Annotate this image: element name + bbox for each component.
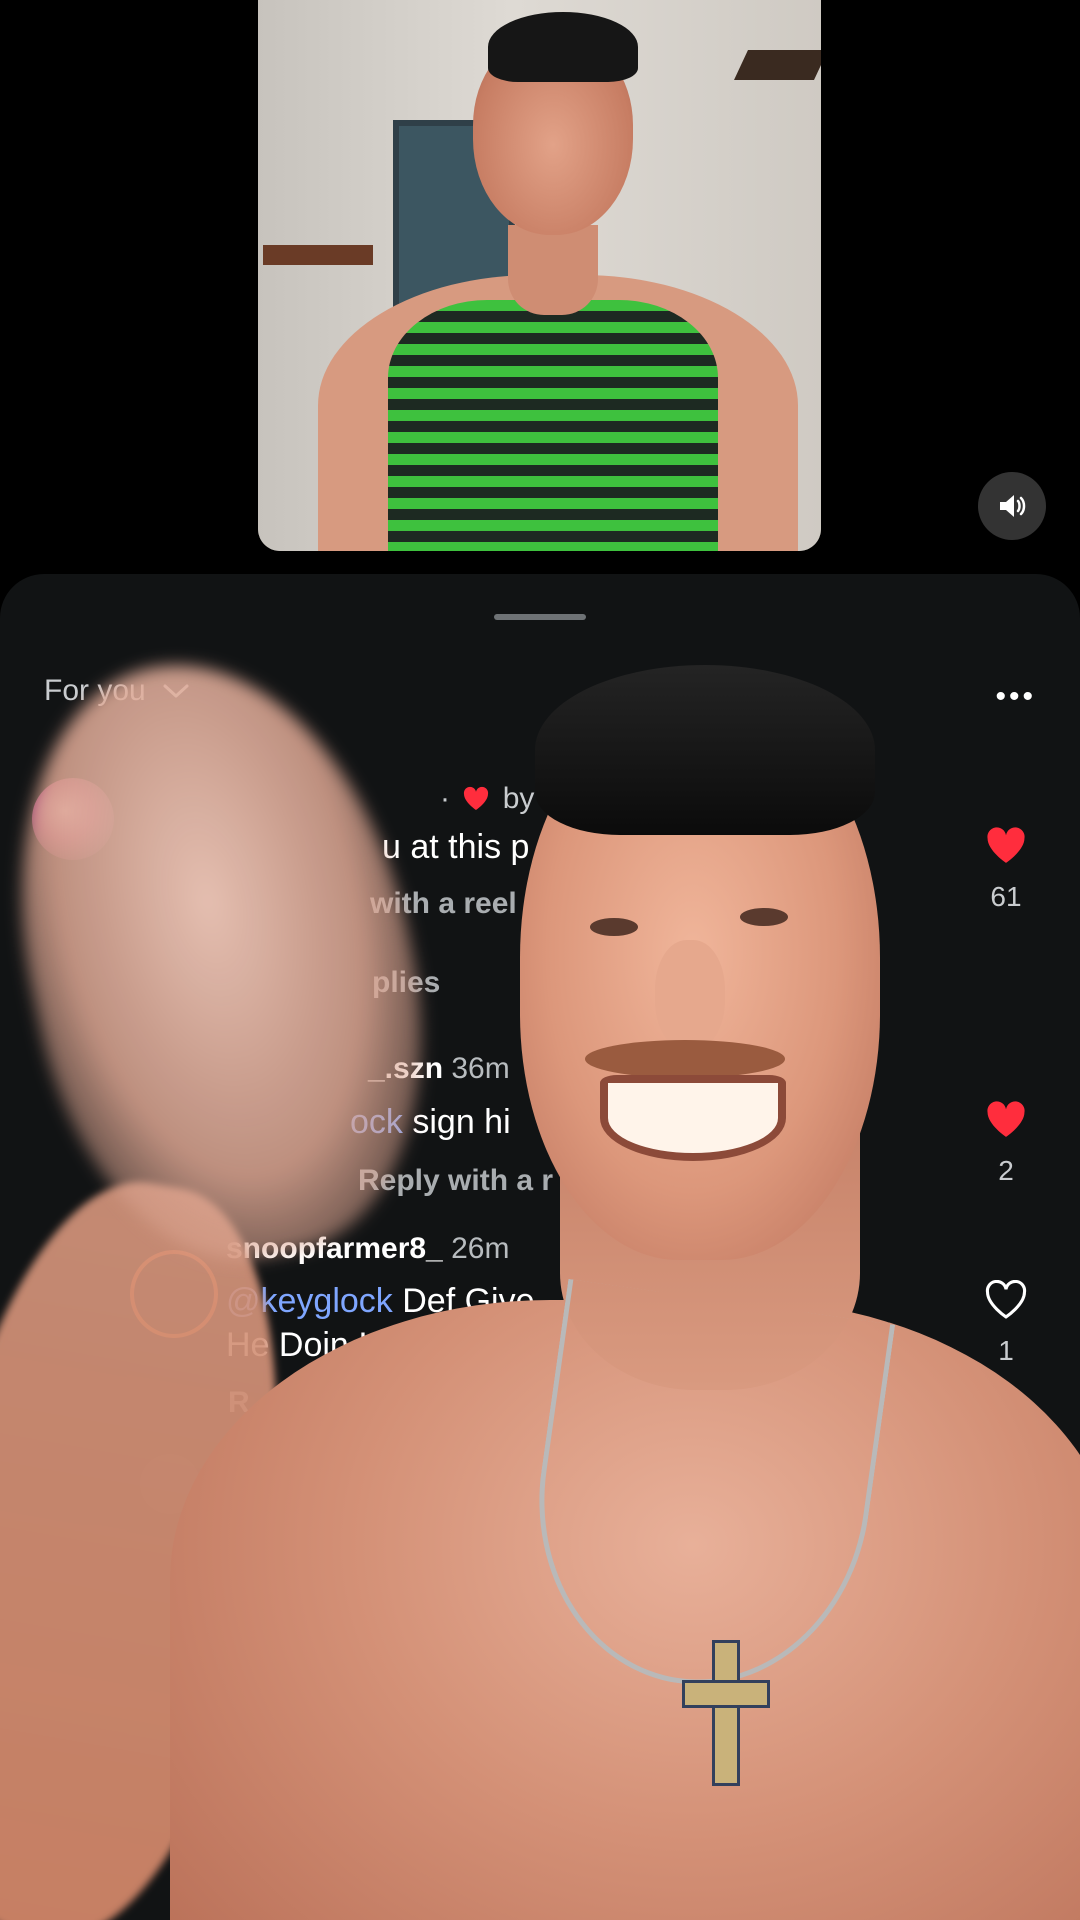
like-count: 1 [998,1335,1014,1366]
like-count: 2 [998,1155,1014,1186]
like-button[interactable]: 61 [976,826,1036,913]
heart-filled-icon [987,827,1025,863]
more-horizontal-icon: ••• [995,680,1036,713]
feed-selector-label: For you [44,674,146,707]
reply-button[interactable]: with a reel [370,887,517,921]
video-ceiling-fan [734,50,821,80]
like-button[interactable]: 1 [976,1279,1036,1367]
avatar[interactable] [32,778,114,860]
speaker-icon [1000,495,1026,517]
more-options-button[interactable]: ••• [995,680,1036,714]
feed-selector[interactable]: For you [44,674,190,708]
screen: For you ••• · by u at this p with a reel… [0,0,1080,1920]
like-count: 61 [990,881,1022,912]
top-video[interactable] [258,0,821,551]
volume-button[interactable] [978,472,1046,540]
comment-text: ock sign hi [350,1103,511,1141]
like-button[interactable]: 2 [976,1100,1036,1187]
avatar[interactable] [140,1454,200,1514]
comment-time: 26m [451,1232,510,1265]
comments-sheet: For you ••• · by u at this p with a reel… [0,574,1080,1920]
heart-icon [464,786,489,810]
chevron-down-icon [163,684,189,698]
sheet-grabber[interactable] [494,614,586,620]
video-striped-tank-top [388,300,718,551]
comment-username[interactable]: snoopfarmer8_ 26m [226,1232,509,1266]
mention-link[interactable]: @keyglock [226,1282,393,1320]
comment-time: 36m [451,1052,510,1085]
video-shelf [263,245,373,265]
heart-outline-icon [985,1279,1027,1319]
view-replies-button[interactable]: plies [372,966,440,1000]
heart-filled-icon [987,1101,1025,1137]
video-person-cap [488,12,638,82]
mention-link[interactable]: ock [350,1103,403,1141]
liked-by-creator-tag: · by [440,782,535,815]
comment-username[interactable]: _.szn 36m [368,1052,510,1086]
comment-text-line-2: He Doin It Effort [226,1326,468,1364]
reply-button[interactable]: R [228,1386,250,1420]
video-person-neck [508,225,598,315]
comment-text: u at this p [382,828,530,866]
comment-text: @keyglock Def Give [226,1282,535,1320]
avatar[interactable] [130,1250,218,1338]
reply-button[interactable]: Reply with a r [358,1164,553,1198]
